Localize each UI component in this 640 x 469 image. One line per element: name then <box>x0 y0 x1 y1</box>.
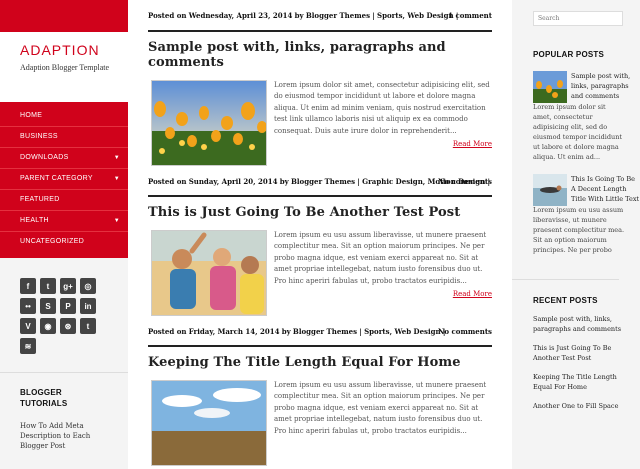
popular-post-title[interactable]: This Is Going To Be A Decent Length Titl… <box>571 174 640 204</box>
comments-link[interactable]: 1 comment <box>448 11 492 20</box>
nav-item-label: BUSINESS <box>20 133 58 140</box>
post-excerpt: Lorem ipsum dolor sit amet, consectetur … <box>274 81 490 135</box>
left-sidebar: ADAPTION Adaption Blogger Template HOME B… <box>0 0 128 469</box>
nav-item-business[interactable]: BUSINESS <box>0 127 128 148</box>
social-icons: f t g+ ◎ •• S Pin V ◉ ⊛ t ≋ <box>0 278 128 354</box>
nav-item-label: PARENT CATEGORY <box>20 175 93 182</box>
skype-icon[interactable]: S <box>40 298 56 314</box>
post-author[interactable]: Blogger Themes <box>306 11 370 20</box>
post-meta: Posted on Sunday, April 20, 2014 by Blog… <box>148 162 492 197</box>
site-title[interactable]: ADAPTION <box>20 42 128 58</box>
post-categories[interactable]: Sports, Web Design <box>377 11 454 20</box>
widget-title: BLOGGER TUTORIALS <box>20 388 68 408</box>
post: Posted on Friday, March 14, 2014 by Blog… <box>148 312 492 469</box>
nav-item-parent-category[interactable]: PARENT CATEGORY ▼ <box>0 169 128 190</box>
post-title[interactable]: This is Just Going To Be Another Test Po… <box>148 205 492 220</box>
recent-post-link[interactable]: Keeping The Title Length Equal For Home <box>533 372 628 392</box>
top-accent-bar <box>0 0 128 32</box>
right-sidebar: POPULAR POSTS Sample post with, links, p… <box>512 0 640 469</box>
popular-post-item: Sample post with, links, paragraphs and … <box>533 71 640 162</box>
meta-separator: | <box>357 177 360 186</box>
post-thumbnail-friends[interactable] <box>151 230 267 316</box>
recent-posts-list: Sample post with, links, paragraphs and … <box>533 314 640 411</box>
github-icon[interactable]: ◉ <box>40 318 56 334</box>
pinterest-icon[interactable]: P <box>60 298 76 314</box>
site-branding: ADAPTION Adaption Blogger Template <box>0 32 128 102</box>
nav-item-label: HEALTH <box>20 217 49 224</box>
by-label: by <box>279 177 289 186</box>
recent-posts-title: RECENT POSTS <box>533 296 598 305</box>
post-categories[interactable]: Sports, Web Design <box>364 327 441 336</box>
post-title[interactable]: Keeping The Title Length Equal For Home <box>148 355 492 370</box>
post-thumbnail-landscape[interactable] <box>151 380 267 466</box>
post-author[interactable]: Blogger Themes <box>291 177 355 186</box>
post-date[interactable]: Wednesday, April 23, 2014 <box>189 11 293 20</box>
post-date[interactable]: Friday, March 14, 2014 <box>189 327 280 336</box>
main-content: Posted on Wednesday, April 23, 2014 by B… <box>128 0 512 469</box>
post-date[interactable]: Sunday, April 20, 2014 <box>189 177 278 186</box>
nav-item-label: HOME <box>20 112 43 119</box>
nav-item-uncategorized[interactable]: UNCATEGORIZED <box>0 232 128 253</box>
posted-on-label: Posted on <box>148 327 187 336</box>
post-excerpt: Lorem ipsum eu usu assum liberavisse, ut… <box>274 381 487 435</box>
post-title[interactable]: Sample post with, links, paragraphs and … <box>148 40 492 70</box>
post-meta: Posted on Friday, March 14, 2014 by Blog… <box>148 312 492 347</box>
comments-link[interactable]: No comments <box>438 177 492 186</box>
read-more-link[interactable]: Read More <box>453 290 492 298</box>
nav-item-health[interactable]: HEALTH ▼ <box>0 211 128 232</box>
main-navigation: HOME BUSINESS DOWNLOADS ▼ PARENT CATEGORY ▼ FE… <box>0 102 128 258</box>
meta-separator: | <box>359 327 362 336</box>
post: Posted on Wednesday, April 23, 2014 by B… <box>148 0 492 180</box>
nav-item-label: FEATURED <box>20 196 60 203</box>
instagram-icon[interactable]: ◎ <box>80 278 96 294</box>
dribbble-icon[interactable]: ⊛ <box>60 318 76 334</box>
posted-on-label: Posted on <box>148 177 187 186</box>
chevron-down-icon: ▼ <box>113 155 120 161</box>
chevron-down-icon: ▼ <box>113 218 120 224</box>
recent-post-link[interactable]: Another One to Fill Space <box>533 401 628 411</box>
post-meta: Posted on Wednesday, April 23, 2014 by B… <box>148 0 492 32</box>
google-plus-icon[interactable]: g+ <box>60 278 76 294</box>
popular-post-excerpt: Lorem ipsum eu usu assum liberavisse, ut… <box>533 206 625 254</box>
post-excerpt: Lorem ipsum eu usu assum liberavisse, ut… <box>274 231 487 285</box>
by-label: by <box>281 327 291 336</box>
rss-icon[interactable]: ≋ <box>20 338 36 354</box>
popular-thumbnail-tulips[interactable] <box>533 71 567 103</box>
post-author[interactable]: Blogger Themes <box>293 327 357 336</box>
linkedin-icon[interactable]: in <box>80 298 96 314</box>
twitter-icon[interactable]: t <box>40 278 56 294</box>
recent-post-link[interactable]: This is Just Going To Be Another Test Po… <box>533 343 628 363</box>
flickr-icon[interactable]: •• <box>20 298 36 314</box>
chevron-down-icon: ▼ <box>113 176 120 182</box>
tumblr-icon[interactable]: t <box>80 318 96 334</box>
comments-link[interactable]: No comments <box>438 327 492 336</box>
vimeo-icon[interactable]: V <box>20 318 36 334</box>
nav-item-label: DOWNLOADS <box>20 154 69 161</box>
nav-item-label: UNCATEGORIZED <box>20 238 85 245</box>
search-input[interactable] <box>533 11 623 26</box>
popular-post-excerpt: Lorem ipsum dolor sit amet, consectetur … <box>533 103 622 161</box>
popular-post-item: This Is Going To Be A Decent Length Titl… <box>533 174 640 255</box>
site-tagline: Adaption Blogger Template <box>20 63 110 72</box>
post: Posted on Sunday, April 20, 2014 by Blog… <box>148 162 492 330</box>
popular-thumbnail-swimmer[interactable] <box>533 174 567 206</box>
read-more-link[interactable]: Read More <box>453 140 492 148</box>
meta-separator: | <box>372 11 375 20</box>
nav-item-home[interactable]: HOME <box>0 106 128 127</box>
facebook-icon[interactable]: f <box>20 278 36 294</box>
tutorial-link[interactable]: How To Add Meta Description to Each Blog… <box>20 421 115 451</box>
nav-item-downloads[interactable]: DOWNLOADS ▼ <box>0 148 128 169</box>
recent-post-link[interactable]: Sample post with, links, paragraphs and … <box>533 314 628 334</box>
popular-post-title[interactable]: Sample post with, links, paragraphs and … <box>571 71 640 101</box>
post-thumbnail-tulips[interactable] <box>151 80 267 166</box>
nav-item-featured[interactable]: FEATURED <box>0 190 128 211</box>
by-label: by <box>294 11 304 20</box>
blogger-tutorials-widget: BLOGGER TUTORIALS How To Add Meta Descri… <box>0 373 128 451</box>
posted-on-label: Posted on <box>148 11 187 20</box>
popular-posts-title: POPULAR POSTS <box>533 50 605 59</box>
